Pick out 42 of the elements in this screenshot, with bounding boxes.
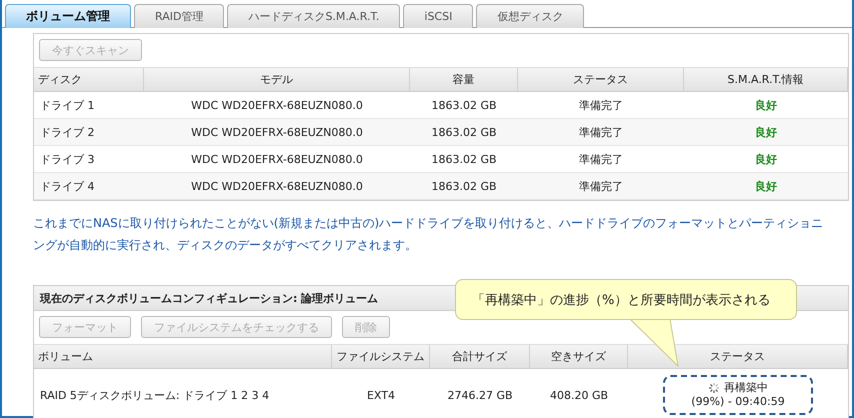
table-cell-text: WDC WD20EFRX-68EUZN080.0 xyxy=(190,98,364,114)
column-header[interactable]: ファイルシステム xyxy=(332,345,430,368)
column-header[interactable]: ステータス xyxy=(518,68,684,91)
notice-text: これまでにNASに取り付けられたことがない(新規または中古の)ハードドライブを取り付けると、ハードドライブのフォーマットとパーティショニングが自動的に実行され、ディスクのデータがすべてクリアされます。 xyxy=(33,215,824,254)
table-cell-text: 準備完了 xyxy=(578,152,624,168)
table-cell-text: 良好 xyxy=(754,124,778,140)
table-cell-text: 準備完了 xyxy=(578,124,624,140)
table-cell-text: ドライブ 1 xyxy=(39,98,96,114)
tab[interactable]: 仮想ディスク xyxy=(476,4,584,28)
table-cell-text: WDC WD20EFRX-68EUZN080.0 xyxy=(190,152,364,168)
column-header[interactable]: モデル xyxy=(144,68,410,91)
table-cell-text: 良好 xyxy=(754,152,778,168)
status-text: 再構築中 xyxy=(724,381,768,395)
column-header[interactable]: 空きサイズ xyxy=(530,345,628,368)
table-cell-text: 2746.27 GB xyxy=(446,388,514,404)
table-cell-text: 1863.02 GB xyxy=(430,124,498,140)
table-cell-text: 良好 xyxy=(754,98,778,114)
table-cell-text: 1863.02 GB xyxy=(430,152,498,168)
table-cell-text: 準備完了 xyxy=(578,178,624,194)
column-header[interactable]: S.M.A.R.T.情報 xyxy=(684,68,848,91)
table-cell-text: ドライブ 4 xyxy=(39,178,96,194)
table-cell-text: 準備完了 xyxy=(578,98,624,114)
column-header[interactable]: 容量 xyxy=(410,68,518,91)
table-cell-text: 良好 xyxy=(754,178,778,194)
table-cell-text: EXT4 xyxy=(366,388,396,404)
table-cell-text: 408.20 GB xyxy=(548,388,610,404)
column-header[interactable]: 合計サイズ xyxy=(430,345,530,368)
tab[interactable]: ボリューム管理 xyxy=(5,4,131,28)
table-cell-text: 1863.02 GB xyxy=(430,178,498,194)
tab[interactable]: RAID管理 xyxy=(134,4,224,28)
tab[interactable]: iSCSI xyxy=(403,4,474,28)
table-cell-text: 1863.02 GB xyxy=(430,98,498,114)
progress-text: (99%) - 09:40:59 xyxy=(691,395,785,409)
table-cell-text: ドライブ 2 xyxy=(39,124,96,140)
spinner-icon xyxy=(708,382,720,394)
table-cell-text: WDC WD20EFRX-68EUZN080.0 xyxy=(190,124,364,140)
table-cell-text: ドライブ 3 xyxy=(39,152,96,168)
table-cell-text: WDC WD20EFRX-68EUZN080.0 xyxy=(190,178,364,194)
column-header[interactable]: ディスク xyxy=(34,68,144,91)
table-cell-text: RAID 5ディスクボリューム: ドライブ 1 2 3 4 xyxy=(39,388,270,404)
column-header[interactable]: ボリューム xyxy=(34,345,332,368)
tab[interactable]: ハードディスクS.M.A.R.T. xyxy=(227,4,400,28)
